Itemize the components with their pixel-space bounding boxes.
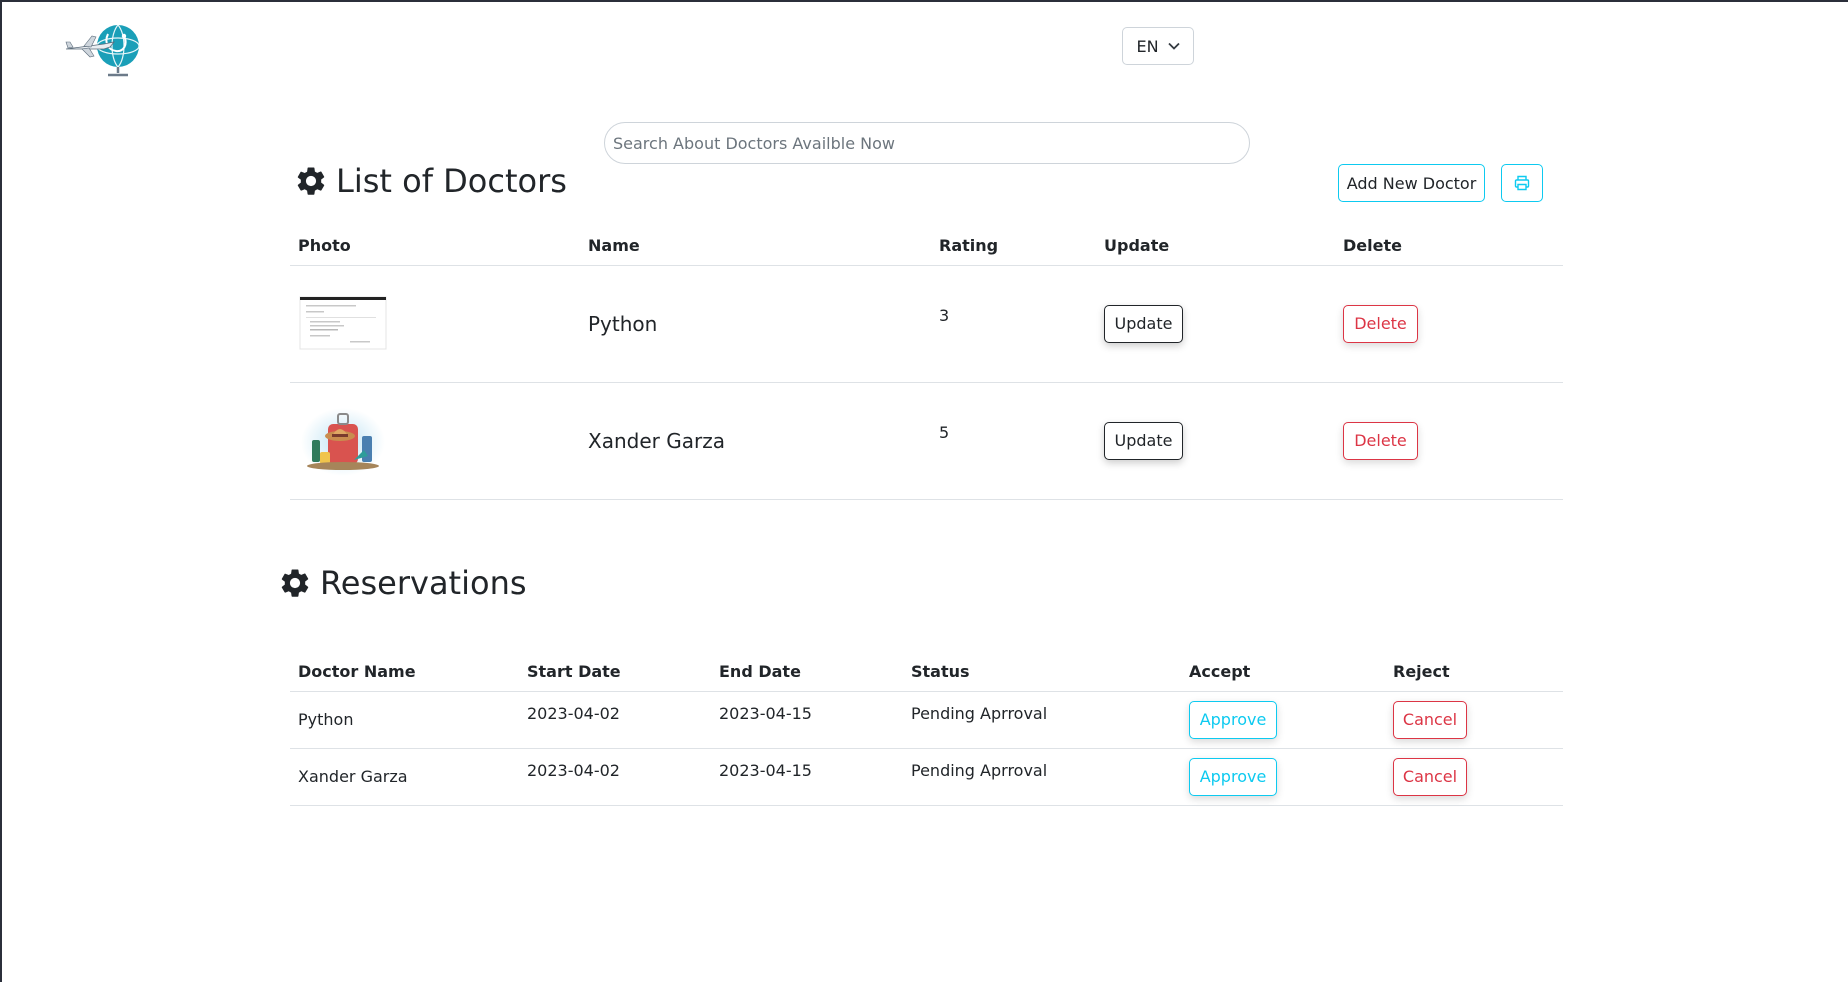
update-cell: Update (1096, 265, 1335, 382)
doctor-rating: 5 (939, 422, 950, 442)
column-header: Update (1104, 235, 1170, 255)
reservation-start-date: 2023-04-02 (527, 760, 620, 780)
column-header: Name (588, 235, 640, 255)
doctors-table: Photo Name Rating Update Delete Python 3… (290, 227, 1563, 500)
table-row: Xander Garza 2023-04-02 2023-04-15 Pendi… (290, 748, 1563, 805)
column-header: Delete (1343, 235, 1402, 255)
reservations-title-text: Reservations (320, 564, 527, 602)
accept-cell: Approve (1181, 691, 1385, 748)
doctors-table-header: Photo Name Rating Update Delete (290, 227, 1563, 265)
approve-button[interactable]: Approve (1189, 757, 1277, 796)
column-header: Photo (298, 235, 351, 255)
print-button[interactable] (1501, 164, 1543, 202)
doctors-title-text: List of Doctors (336, 162, 567, 200)
cancel-button[interactable]: Cancel (1393, 757, 1467, 796)
photo-cell (290, 382, 580, 499)
reject-cell: Cancel (1385, 748, 1563, 805)
table-row: Python 2023-04-02 2023-04-15 Pending Apr… (290, 691, 1563, 748)
update-button[interactable]: Update (1104, 421, 1183, 460)
update-button[interactable]: Update (1104, 304, 1183, 343)
accept-cell: Approve (1181, 748, 1385, 805)
search-input[interactable] (604, 122, 1250, 164)
add-new-doctor-button[interactable]: Add New Doctor (1338, 164, 1485, 202)
doctors-section-title: List of Doctors (294, 162, 567, 200)
column-header: Reject (1393, 661, 1450, 681)
reservation-start-date: 2023-04-02 (527, 703, 620, 723)
doctor-name: Xander Garza (588, 428, 725, 453)
delete-button[interactable]: Delete (1343, 421, 1418, 460)
column-header: End Date (719, 661, 801, 681)
doctor-photo (301, 407, 385, 476)
doctor-rating: 3 (939, 305, 950, 325)
doctor-photo (299, 296, 387, 349)
table-row: Python 3 Update Delete (290, 265, 1563, 382)
table-row: Xander Garza 5 Update Delete (290, 382, 1563, 499)
delete-button[interactable]: Delete (1343, 304, 1418, 343)
reservation-doctor-name: Xander Garza (298, 767, 408, 786)
gear-icon (297, 167, 325, 195)
column-header: Status (911, 661, 970, 681)
update-cell: Update (1096, 382, 1335, 499)
logo[interactable] (64, 20, 148, 78)
language-select[interactable]: EN (1122, 27, 1194, 65)
column-header: Start Date (527, 661, 621, 681)
approve-button[interactable]: Approve (1189, 700, 1277, 739)
reservation-status: Pending Aprroval (911, 703, 1048, 723)
cancel-button[interactable]: Cancel (1393, 700, 1467, 739)
language-value: EN (1136, 36, 1159, 56)
column-header: Accept (1189, 661, 1251, 681)
reservation-end-date: 2023-04-15 (719, 703, 812, 723)
gear-icon (281, 569, 309, 597)
reservation-status: Pending Aprroval (911, 760, 1048, 780)
reservation-end-date: 2023-04-15 (719, 760, 812, 780)
doctor-name: Python (588, 311, 658, 336)
reject-cell: Cancel (1385, 691, 1563, 748)
printer-icon (1514, 175, 1530, 191)
delete-cell: Delete (1335, 382, 1563, 499)
delete-cell: Delete (1335, 265, 1563, 382)
photo-cell (290, 265, 580, 382)
column-header: Doctor Name (298, 661, 416, 681)
reservations-table: Doctor Name Start Date End Date Status A… (290, 654, 1563, 806)
reservations-table-header: Doctor Name Start Date End Date Status A… (290, 654, 1563, 691)
reservation-doctor-name: Python (298, 710, 354, 729)
reservations-section-title: Reservations (278, 564, 527, 602)
column-header: Rating (939, 235, 999, 255)
chevron-down-icon (1167, 42, 1180, 50)
